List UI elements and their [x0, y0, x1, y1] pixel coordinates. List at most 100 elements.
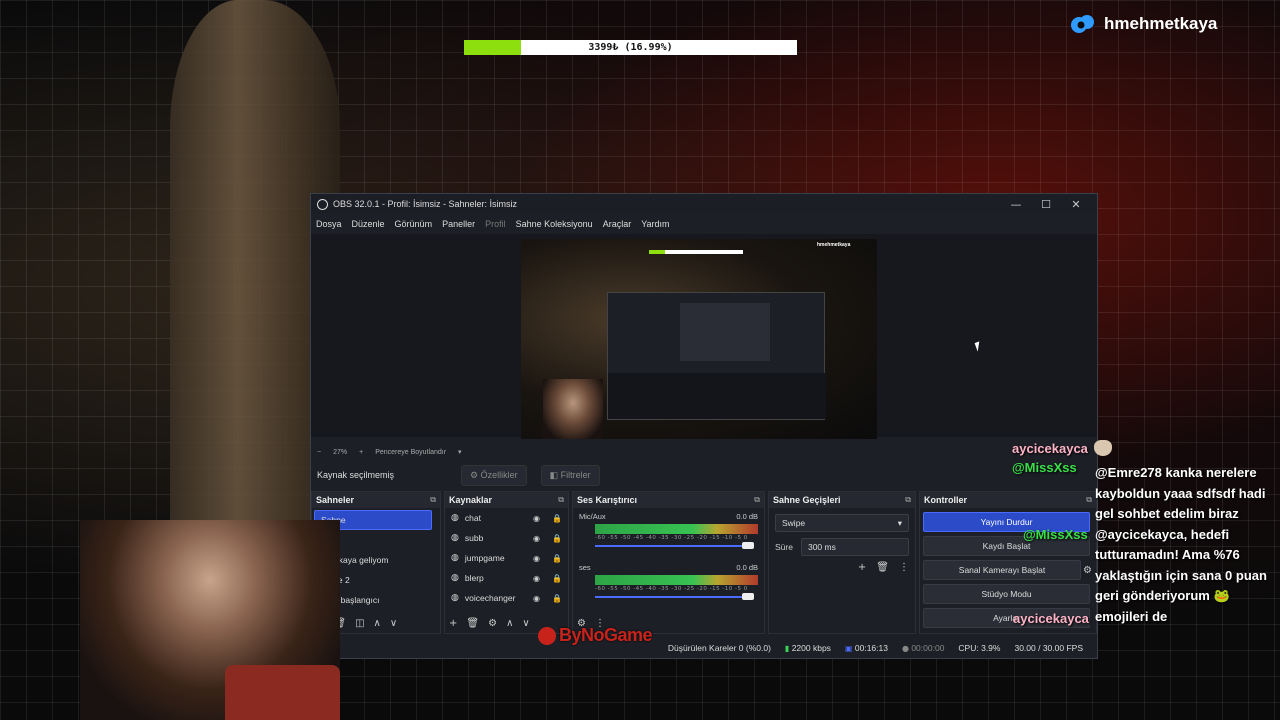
menu-profile[interactable]: Profil: [485, 219, 506, 229]
minimize-button[interactable]: —: [1001, 198, 1031, 211]
goal-progress-text: 3399₺ (16.99%): [588, 42, 673, 53]
preview-area[interactable]: hmehmetkaya: [311, 234, 1097, 439]
preview-canvas[interactable]: hmehmetkaya: [521, 239, 877, 439]
properties-button[interactable]: ⚙ Özellikler: [461, 464, 527, 486]
chevron-down-icon[interactable]: ▾: [458, 448, 462, 456]
undock-icon[interactable]: ⧉: [1086, 495, 1092, 505]
scene-filter-icon[interactable]: ◫: [355, 618, 364, 629]
visibility-eye-icon[interactable]: ◉: [533, 594, 540, 603]
source-toolbar: Kaynak seçilmemiş ⚙ Özellikler ◧ Filtrel…: [311, 462, 1097, 488]
menu-docks[interactable]: Paneller: [442, 219, 475, 229]
obs-titlebar[interactable]: OBS 32.0.1 - Profil: İsimsiz - Sahneler:…: [311, 194, 1097, 214]
visibility-eye-icon[interactable]: ◉: [533, 554, 540, 563]
zoom-out-button[interactable]: −: [317, 449, 321, 456]
zoom-in-button[interactable]: +: [359, 449, 363, 456]
preview-handle-text: hmehmetkaya: [817, 242, 851, 248]
menu-file[interactable]: Dosya: [316, 219, 342, 229]
bynogame-logo-icon: [535, 623, 559, 648]
duration-input[interactable]: 300 ms: [800, 538, 909, 556]
chat-message: @Emre278 kanka nerelere kayboldun yaaa s…: [1095, 465, 1267, 624]
gear-icon[interactable]: ⚙: [1083, 565, 1092, 576]
slider-knob[interactable]: [742, 542, 754, 549]
lock-icon[interactable]: 🔒: [552, 574, 562, 583]
audio-mixer-dock: Ses Karıştırıcı ⧉ Mic/Aux 0.0 dB -60 -55 -…: [572, 491, 765, 634]
source-item[interactable]: ◍ jumpgame ◉ 🔒: [445, 548, 568, 568]
mixer-track-ses: ses 0.0 dB -60 -55 -50 -45 -40 -35 -30 -2…: [573, 559, 764, 606]
slider-knob[interactable]: [742, 593, 754, 600]
menu-help[interactable]: Yardım: [641, 219, 669, 229]
menu-view[interactable]: Görünüm: [395, 219, 433, 229]
delete-source-icon[interactable]: 🗑: [466, 618, 479, 629]
undock-icon[interactable]: ⧉: [430, 495, 436, 505]
volume-slider[interactable]: [595, 592, 758, 602]
preview-webcam: [543, 379, 603, 439]
visibility-eye-icon[interactable]: ◉: [533, 534, 540, 543]
undock-icon[interactable]: ⧉: [754, 495, 760, 505]
undock-icon[interactable]: ⧉: [905, 495, 911, 505]
chevron-down-icon: ▾: [897, 517, 902, 528]
more-options-icon[interactable]: ⋮: [899, 562, 909, 573]
mixer-header: Ses Karıştırıcı ⧉: [573, 492, 764, 508]
bitrate-status: ▮ 2200 kbps: [784, 643, 831, 653]
source-settings-icon[interactable]: ⚙: [488, 618, 497, 629]
add-transition-icon[interactable]: +: [858, 562, 866, 573]
lock-icon[interactable]: 🔒: [552, 514, 562, 523]
cpu-status: CPU: 3.9%: [958, 643, 1001, 653]
sources-toolbar: + 🗑 ⚙ ∧ ∨: [449, 618, 530, 629]
sources-header: Kaynaklar ⧉: [445, 492, 568, 508]
source-item[interactable]: ◍ voicechanger ◉ 🔒: [445, 588, 568, 608]
delete-transition-icon[interactable]: 🗑: [876, 562, 889, 573]
fit-to-window-select[interactable]: Pencereye Boyutlandır: [375, 449, 446, 456]
watermark-text: ByNoGame: [559, 625, 653, 645]
lock-icon[interactable]: 🔒: [552, 594, 562, 603]
lock-icon[interactable]: 🔒: [552, 554, 562, 563]
source-item[interactable]: ◍ blerp ◉ 🔒: [445, 568, 568, 588]
move-down-icon[interactable]: ∨: [390, 618, 397, 629]
undock-icon[interactable]: ⧉: [558, 495, 564, 505]
obs-logo-icon: [317, 198, 328, 210]
source-item[interactable]: ◍ chat ◉ 🔒: [445, 508, 568, 528]
virtual-camera-button[interactable]: Sanal Kamerayı Başlat: [923, 560, 1082, 580]
add-source-icon[interactable]: +: [449, 618, 457, 629]
duration-label: Süre: [775, 542, 793, 552]
visibility-eye-icon[interactable]: ◉: [533, 514, 540, 523]
source-item[interactable]: ◍ subb ◉ 🔒: [445, 528, 568, 548]
browser-source-icon: ◍: [451, 533, 459, 543]
window-title: OBS 32.0.1 - Profil: İsimsiz - Sahneler:…: [333, 199, 518, 209]
sources-dock: Kaynaklar ⧉ ◍ chat ◉ 🔒 ◍ subb ◉ 🔒 ◍ jumpgame ◉ 🔒 ◍…: [444, 491, 569, 634]
menu-scene-collection[interactable]: Sahne Koleksiyonu: [516, 219, 593, 229]
preview-nested-obs: [607, 292, 826, 420]
obs-window[interactable]: OBS 32.0.1 - Profil: İsimsiz - Sahneler:…: [310, 193, 1098, 659]
menu-tools[interactable]: Araçlar: [603, 219, 632, 229]
signal-bars-icon: ▮: [784, 644, 790, 653]
bynogame-watermark: ByNoGame: [535, 623, 653, 648]
record-time-status: ● 00:00:00: [901, 643, 945, 653]
transition-duration-row: Süre 300 ms: [775, 538, 909, 556]
handle-text: hmehmetkaya: [1104, 14, 1218, 33]
filters-button[interactable]: ◧ Filtreler: [540, 464, 600, 486]
studio-mode-button[interactable]: Stüdyo Modu: [923, 584, 1090, 604]
preview-goal-fill: [649, 250, 665, 254]
visibility-eye-icon[interactable]: ◉: [533, 574, 540, 583]
zoom-level: 27%: [333, 448, 348, 456]
dropped-frames: Düşürülen Kareler 0 (%0.0): [667, 643, 771, 653]
browser-source-icon: ◍: [451, 593, 459, 603]
move-up-icon[interactable]: ∧: [374, 618, 381, 629]
stream-icon: ▣: [844, 644, 853, 653]
filter-icon: ◧: [549, 469, 561, 480]
volume-slider[interactable]: [595, 541, 758, 551]
maximize-button[interactable]: ☐: [1031, 198, 1061, 211]
no-source-label: Kaynak seçilmemiş: [317, 470, 395, 480]
transition-select[interactable]: Swipe ▾: [775, 514, 909, 532]
track-name: ses: [579, 563, 591, 572]
mouse-cursor-icon: [974, 341, 983, 352]
move-up-icon[interactable]: ∧: [506, 618, 513, 629]
preview-nested-docks: [608, 373, 826, 419]
status-bar: Düşürülen Kareler 0 (%0.0) ▮ 2200 kbps ▣…: [311, 638, 1097, 658]
social-cloud-icon: [1071, 15, 1094, 33]
menu-edit[interactable]: Düzenle: [352, 219, 385, 229]
transitions-dock: Sahne Geçişleri ⧉ Swipe ▾ Süre 300 ms + 🗑 …: [768, 491, 916, 634]
move-down-icon[interactable]: ∨: [522, 618, 529, 629]
close-button[interactable]: ✕: [1061, 198, 1091, 211]
lock-icon[interactable]: 🔒: [552, 534, 562, 543]
